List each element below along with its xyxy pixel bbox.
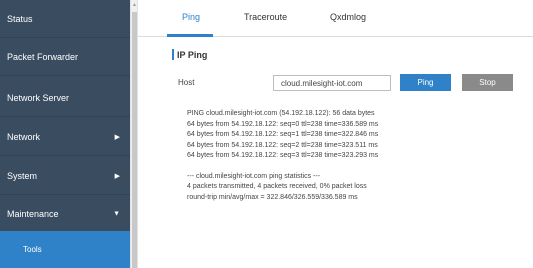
caret-right-icon: ▶ xyxy=(114,133,120,141)
active-tab-indicator xyxy=(167,34,213,37)
sidebar-item-network-server[interactable]: Network Server xyxy=(0,79,130,117)
ping-button[interactable]: Ping xyxy=(400,74,451,91)
caret-right-icon: ▶ xyxy=(114,172,120,180)
caret-down-icon: ▼ xyxy=(113,210,120,217)
scrollbar-thumb[interactable] xyxy=(132,12,137,268)
output-line: 64 bytes from 54.192.18.122: seq=3 ttl=2… xyxy=(187,152,379,159)
sidebar-scrollbar[interactable]: ▲ xyxy=(130,0,138,268)
output-line: 64 bytes from 54.192.18.122: seq=2 ttl=2… xyxy=(187,141,378,149)
output-spacer xyxy=(187,162,527,172)
ping-output: PING cloud.milesight-iot.com (54.192.18.… xyxy=(187,109,527,203)
output-line: PING cloud.milesight-iot.com (54.192.18.… xyxy=(187,110,375,117)
tab-bar: Ping Traceroute Qxdmlog xyxy=(138,0,533,37)
tab-ping[interactable]: Ping xyxy=(182,12,200,22)
output-stats-line: round-trip min/avg/max = 322.846/326.559… xyxy=(187,193,358,201)
output-stats-line: 4 packets transmitted, 4 packets receive… xyxy=(187,183,367,190)
host-input[interactable] xyxy=(273,75,391,91)
sidebar-item-status[interactable]: Status xyxy=(0,0,130,38)
output-line: 64 bytes from 54.192.18.122: seq=1 ttl=2… xyxy=(187,131,379,138)
section-accent-bar xyxy=(172,49,174,60)
sidebar-item-label: Maintenance xyxy=(7,208,59,219)
sidebar-subitem-label: Tools xyxy=(23,245,42,254)
sidebar-item-network[interactable]: Network ▶ xyxy=(0,118,130,156)
tab-qxdmlog[interactable]: Qxdmlog xyxy=(330,12,366,22)
output-stats-line: --- cloud.milesight-iot.com ping statist… xyxy=(187,172,321,180)
sidebar: Status Packet Forwarder Network Server N… xyxy=(0,0,130,268)
sidebar-item-label: Packet Forwarder xyxy=(7,51,79,62)
sidebar-item-maintenance[interactable]: Maintenance ▼ xyxy=(0,195,130,233)
sidebar-item-system[interactable]: System ▶ xyxy=(0,157,130,195)
sidebar-item-label: System xyxy=(7,170,38,181)
sidebar-item-packet-forwarder[interactable]: Packet Forwarder xyxy=(0,38,130,76)
section-title: IP Ping xyxy=(177,50,208,60)
tab-traceroute[interactable]: Traceroute xyxy=(244,12,287,22)
stop-button[interactable]: Stop xyxy=(462,74,513,91)
sidebar-item-label: Network xyxy=(7,131,41,142)
sidebar-subitem-tools[interactable]: Tools xyxy=(0,231,130,268)
sidebar-item-label: Status xyxy=(7,13,33,24)
scroll-up-icon[interactable]: ▲ xyxy=(132,2,137,8)
sidebar-item-label: Network Server xyxy=(7,92,70,103)
output-line: 64 bytes from 54.192.18.122: seq=0 ttl=2… xyxy=(187,120,379,128)
host-label: Host xyxy=(178,78,195,87)
